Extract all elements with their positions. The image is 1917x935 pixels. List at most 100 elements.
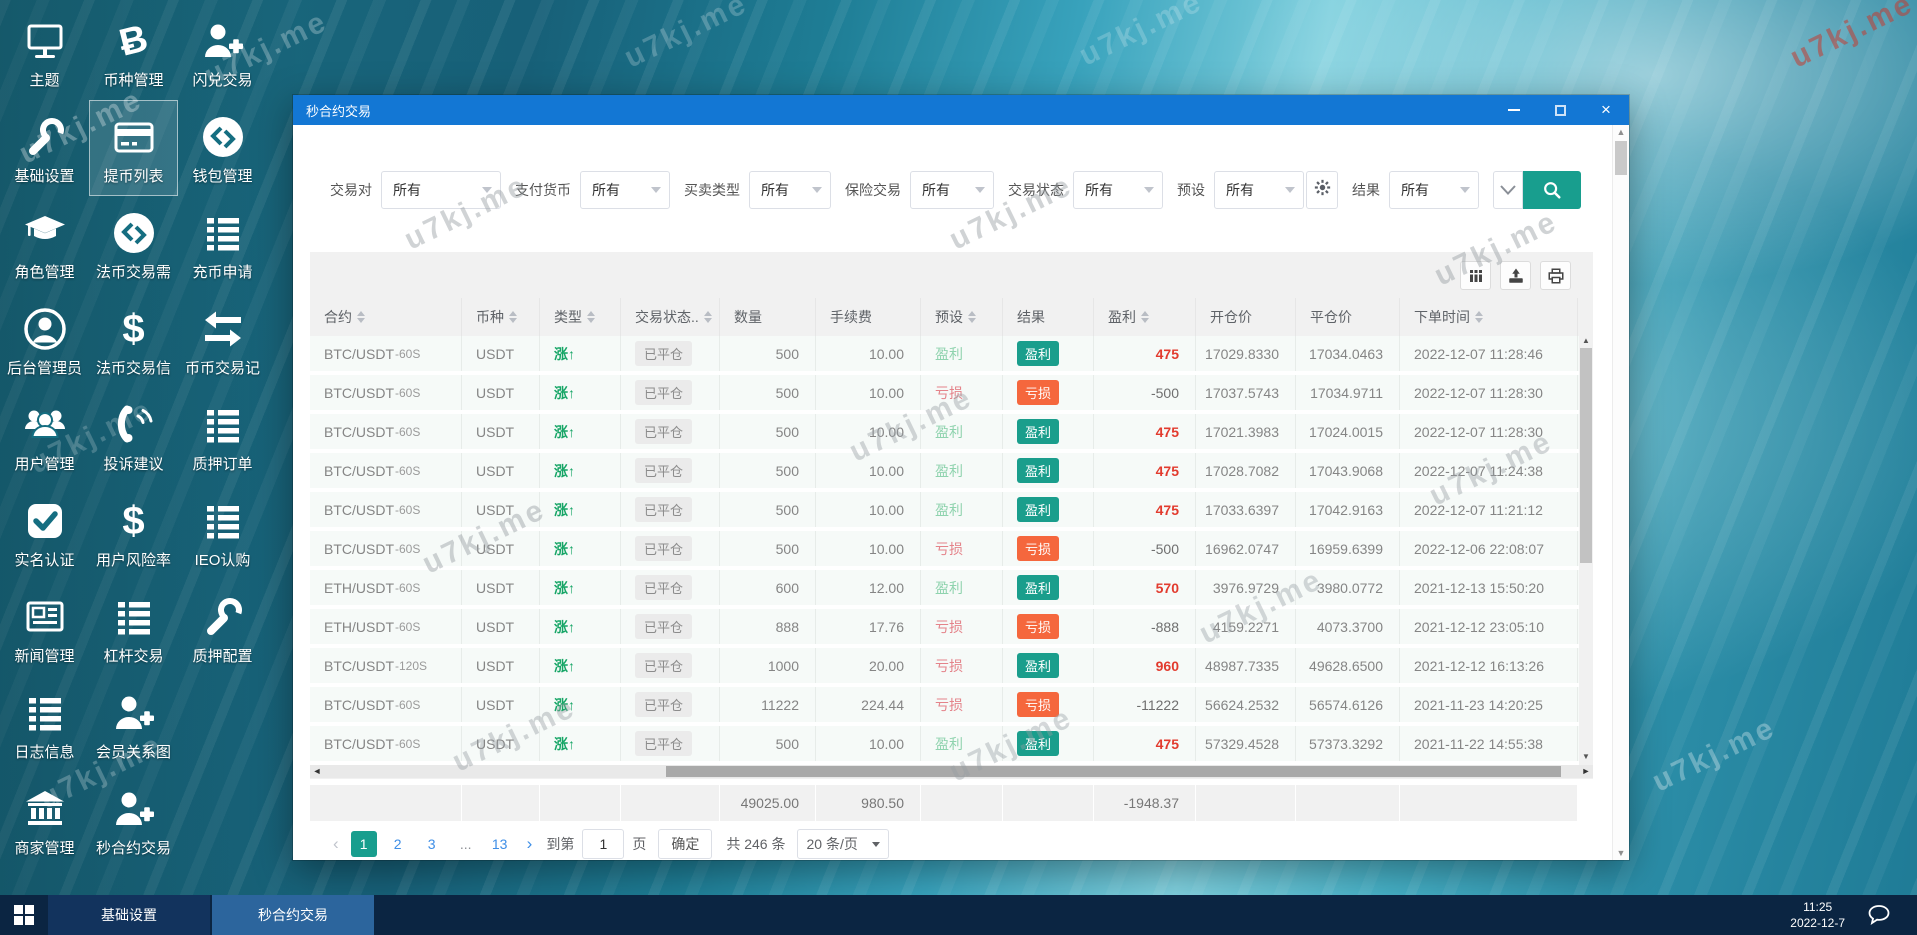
maximize-button[interactable] bbox=[1537, 95, 1583, 125]
desktop-icon-角色管理[interactable]: 角色管理 bbox=[0, 196, 89, 292]
desktop-icon-闪兑交易[interactable]: 闪兑交易 bbox=[178, 4, 267, 100]
goto-page-input[interactable] bbox=[582, 829, 625, 859]
table-vscroll-thumb[interactable] bbox=[1580, 348, 1592, 563]
filter-select-结果[interactable]: 所有 bbox=[1389, 171, 1479, 209]
table-row[interactable]: BTC/USDT -60S USDT 涨↑ 已平仓 500 10.00 亏损 亏损 -500 169… bbox=[310, 531, 1579, 566]
filter-label-结果: 结果 bbox=[1352, 182, 1380, 198]
scroll-down-icon[interactable]: ▼ bbox=[1579, 752, 1593, 761]
desktop-icon-充币申请[interactable]: 充币申请 bbox=[178, 196, 267, 292]
gear-button[interactable] bbox=[1306, 171, 1338, 209]
taskbar-item-秒合约交易[interactable]: 秒合约交易 bbox=[212, 895, 374, 935]
desktop-icon-基础设置[interactable]: 基础设置 bbox=[0, 100, 89, 196]
scroll-up-icon[interactable]: ▲ bbox=[1579, 336, 1593, 345]
search-button[interactable] bbox=[1523, 171, 1581, 209]
desktop-icon-用户管理[interactable]: 用户管理 bbox=[0, 388, 89, 484]
page-button-1[interactable]: 1 bbox=[350, 831, 377, 857]
expand-filters-button[interactable] bbox=[1493, 171, 1523, 209]
desktop-icon-会员关系图[interactable]: 会员关系图 bbox=[89, 676, 178, 772]
page-button-13[interactable]: 13 bbox=[487, 831, 513, 857]
desktop-icon-日志信息[interactable]: 日志信息 bbox=[0, 676, 89, 772]
sort-carets-icon[interactable] bbox=[968, 311, 976, 323]
desktop-icon-实名认证[interactable]: 实名认证 bbox=[0, 484, 89, 580]
filter-select-交易对[interactable]: 所有 bbox=[381, 171, 501, 209]
page-size-select[interactable]: 20 条/页 bbox=[797, 829, 890, 859]
column-header-结果[interactable]: 结果 bbox=[1003, 298, 1094, 336]
table-row[interactable]: BTC/USDT -120S USDT 涨↑ 已平仓 1000 20.00 亏损 盈利 960 48… bbox=[310, 648, 1579, 683]
filter-select-买卖类型[interactable]: 所有 bbox=[749, 171, 831, 209]
desktop-icon-IEO认购[interactable]: IEO认购 bbox=[178, 484, 267, 580]
table-hscroll-thumb[interactable] bbox=[666, 766, 1561, 777]
desktop-icon-主题[interactable]: 主题 bbox=[0, 4, 89, 100]
column-header-盈利[interactable]: 盈利 bbox=[1094, 298, 1196, 336]
close-button[interactable]: × bbox=[1583, 95, 1629, 125]
cell-profit: 475 bbox=[1094, 336, 1196, 371]
column-header-合约[interactable]: 合约 bbox=[310, 298, 462, 336]
column-header-手续费[interactable]: 手续费 bbox=[816, 298, 921, 336]
desktop-icon-秒合约交易[interactable]: 秒合约交易 bbox=[89, 772, 178, 868]
table-row[interactable]: BTC/USDT -60S USDT 涨↑ 已平仓 500 10.00 盈利 盈利 475 1702… bbox=[310, 414, 1579, 449]
desktop-icon-法币交易需[interactable]: 法币交易需 bbox=[89, 196, 178, 292]
desktop-icon-提币列表[interactable]: 提币列表 bbox=[89, 100, 178, 196]
column-header-交易状态..[interactable]: 交易状态.. bbox=[621, 298, 720, 336]
cell-status: 已平仓 bbox=[621, 453, 720, 488]
column-header-类型[interactable]: 类型 bbox=[540, 298, 621, 336]
desktop-icon-投诉建议[interactable]: 投诉建议 bbox=[89, 388, 178, 484]
minimize-button[interactable] bbox=[1491, 95, 1537, 125]
scroll-left-icon[interactable]: ◄ bbox=[310, 765, 324, 778]
column-header-币种[interactable]: 币种 bbox=[462, 298, 540, 336]
table-vertical-scrollbar[interactable]: ▲ ▼ bbox=[1579, 336, 1593, 761]
sort-carets-icon[interactable] bbox=[509, 311, 517, 323]
chat-bubble-icon[interactable] bbox=[1867, 903, 1891, 932]
page-button-3[interactable]: 3 bbox=[419, 831, 445, 857]
confirm-button[interactable]: 确定 bbox=[658, 829, 713, 859]
desktop-icon-钱包管理[interactable]: 钱包管理 bbox=[178, 100, 267, 196]
taskbar-item-基础设置[interactable]: 基础设置 bbox=[48, 895, 210, 935]
desktop-icon-杠杆交易[interactable]: 杠杆交易 bbox=[89, 580, 178, 676]
sort-carets-icon[interactable] bbox=[587, 311, 595, 323]
scroll-up-icon[interactable]: ▲ bbox=[1613, 125, 1629, 139]
table-row[interactable]: BTC/USDT -60S USDT 涨↑ 已平仓 500 10.00 盈利 盈利 475 5732… bbox=[310, 726, 1579, 761]
sort-carets-icon[interactable] bbox=[1475, 311, 1483, 323]
table-horizontal-scrollbar[interactable]: ◄ ► bbox=[310, 765, 1593, 778]
filter-select-保险交易[interactable]: 所有 bbox=[910, 171, 994, 209]
table-row[interactable]: ETH/USDT -60S USDT 涨↑ 已平仓 600 12.00 盈利 盈利 570 3976… bbox=[310, 570, 1579, 605]
desktop-icon-币币交易记[interactable]: 币币交易记 bbox=[178, 292, 267, 388]
desktop-icon-法币交易信[interactable]: $ 法币交易信 bbox=[89, 292, 178, 388]
export-icon[interactable] bbox=[1500, 261, 1531, 290]
desktop-icon-用户风险率[interactable]: $ 用户风险率 bbox=[89, 484, 178, 580]
scroll-down-icon[interactable]: ▼ bbox=[1613, 846, 1629, 860]
table-row[interactable]: BTC/USDT -60S USDT 涨↑ 已平仓 11222 224.44 亏损 亏损 -112… bbox=[310, 687, 1579, 722]
desktop-icon-质押配置[interactable]: 质押配置 bbox=[178, 580, 267, 676]
desktop-icon-质押订单[interactable]: 质押订单 bbox=[178, 388, 267, 484]
desktop-icon-商家管理[interactable]: 商家管理 bbox=[0, 772, 89, 868]
next-page-icon[interactable]: › bbox=[527, 834, 533, 854]
sort-carets-icon[interactable] bbox=[357, 311, 365, 323]
filter-select-交易状态[interactable]: 所有 bbox=[1073, 171, 1163, 209]
window-scrollbar[interactable]: ▲ ▼ bbox=[1612, 125, 1629, 860]
column-header-预设[interactable]: 预设 bbox=[921, 298, 1003, 336]
table-row[interactable]: ETH/USDT -60S USDT 涨↑ 已平仓 888 17.76 亏损 亏损 -888 415… bbox=[310, 609, 1579, 644]
window-scroll-thumb[interactable] bbox=[1615, 141, 1627, 175]
page-button-2[interactable]: 2 bbox=[385, 831, 411, 857]
column-header-平仓价[interactable]: 平仓价 bbox=[1296, 298, 1400, 336]
desktop-icon-新闻管理[interactable]: 新闻管理 bbox=[0, 580, 89, 676]
table-row[interactable]: BTC/USDT -60S USDT 涨↑ 已平仓 500 10.00 亏损 亏损 -500 170… bbox=[310, 375, 1579, 410]
start-button[interactable] bbox=[0, 895, 48, 935]
table-row[interactable]: BTC/USDT -60S USDT 涨↑ 已平仓 500 10.00 盈利 盈利 475 1702… bbox=[310, 453, 1579, 488]
cell-time: 2022-12-07 11:28:30 bbox=[1400, 414, 1578, 449]
column-header-下单时间[interactable]: 下单时间 bbox=[1400, 298, 1578, 336]
scroll-right-icon[interactable]: ► bbox=[1579, 765, 1593, 778]
column-header-开仓价[interactable]: 开仓价 bbox=[1196, 298, 1296, 336]
sort-carets-icon[interactable] bbox=[703, 311, 712, 323]
table-row[interactable]: BTC/USDT -60S USDT 涨↑ 已平仓 500 10.00 盈利 盈利 475 1702… bbox=[310, 336, 1579, 371]
desktop-icon-币种管理[interactable]: Ƀ 币种管理 bbox=[89, 4, 178, 100]
prev-page-icon[interactable]: ‹ bbox=[333, 834, 339, 854]
print-icon[interactable] bbox=[1540, 261, 1571, 290]
desktop-icon-后台管理员[interactable]: 后台管理员 bbox=[0, 292, 89, 388]
column-header-数量[interactable]: 数量 bbox=[720, 298, 816, 336]
table-row[interactable]: BTC/USDT -60S USDT 涨↑ 已平仓 500 10.00 盈利 盈利 475 1703… bbox=[310, 492, 1579, 527]
columns-icon[interactable] bbox=[1460, 261, 1491, 290]
sort-carets-icon[interactable] bbox=[1141, 311, 1149, 323]
filter-select-支付货币[interactable]: 所有 bbox=[580, 171, 670, 209]
filter-select-预设[interactable]: 所有 bbox=[1214, 171, 1304, 209]
